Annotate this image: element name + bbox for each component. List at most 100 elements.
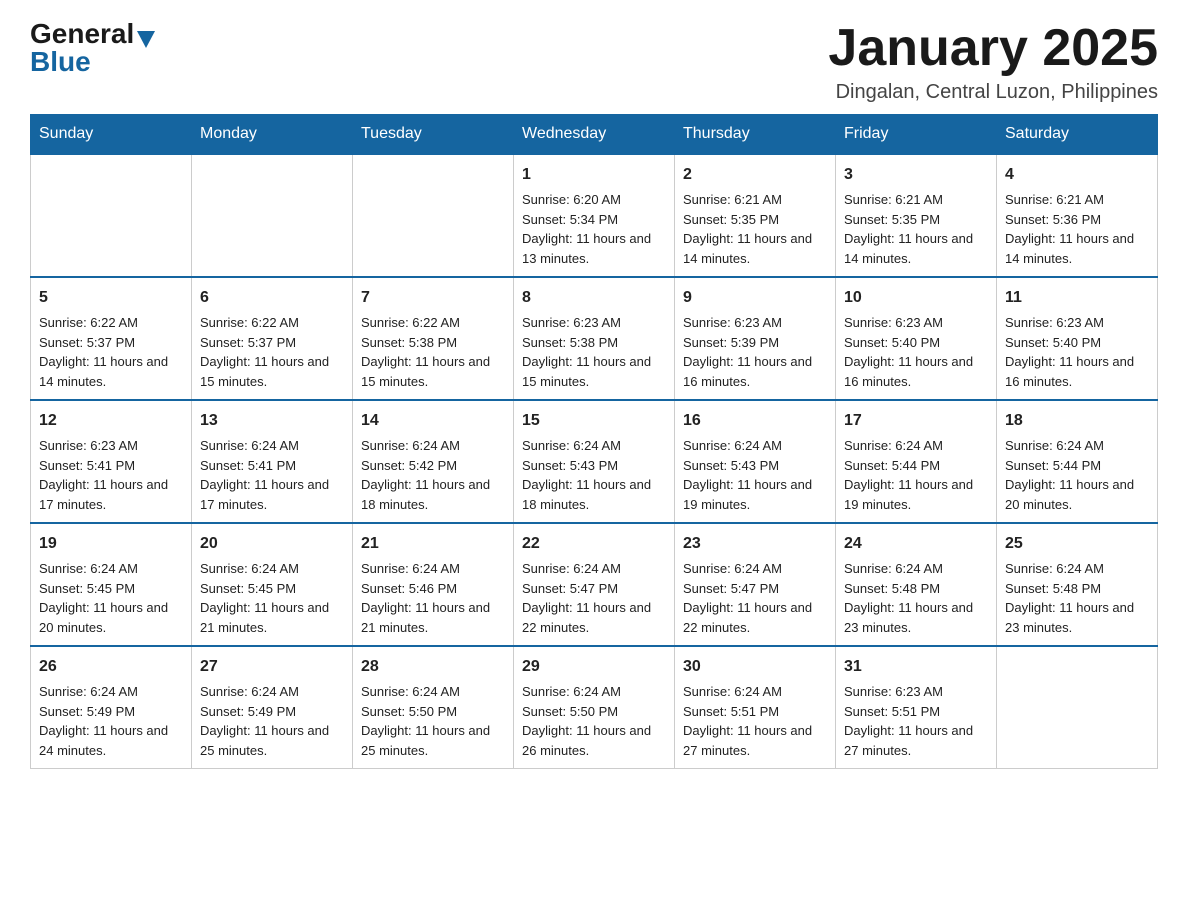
- day-info: Sunrise: 6:24 AM Sunset: 5:47 PM Dayligh…: [683, 559, 827, 637]
- day-number: 18: [1005, 409, 1149, 433]
- day-number: 3: [844, 163, 988, 187]
- col-friday: Friday: [836, 115, 997, 155]
- table-row: 9Sunrise: 6:23 AM Sunset: 5:39 PM Daylig…: [675, 277, 836, 400]
- day-number: 6: [200, 286, 344, 310]
- table-row: 10 Sunrise: 6:23 AM Sunset: 5:40 PM Dayli…: [836, 277, 997, 400]
- day-number: 2: [683, 163, 827, 187]
- day-info: Sunrise: 6:21 AM Sunset: 5:36 PM Dayligh…: [1005, 190, 1149, 268]
- day-number: 13: [200, 409, 344, 433]
- table-row: 5 Sunrise: 6:22 AM Sunset: 5:37 PM Daylig…: [31, 277, 192, 400]
- day-info: Sunrise: 6:24 AM Sunset: 5:48 PM Dayligh…: [844, 559, 988, 637]
- day-number: 24: [844, 532, 988, 556]
- day-info: Sunrise: 6:24 AM Sunset: 5:50 PM Dayligh…: [522, 682, 666, 760]
- table-row: 25Sunrise: 6:24 AM Sunset: 5:48 PM Dayli…: [997, 523, 1158, 646]
- table-row: 23 Sunrise: 6:24 AM Sunset: 5:47 PM Dayli…: [675, 523, 836, 646]
- day-info: Sunrise: 6:23 AM Sunset: 5:40 PM Dayligh…: [1005, 313, 1149, 391]
- logo-triangle-icon: [137, 31, 155, 48]
- day-number: 22: [522, 532, 666, 556]
- day-number: 15: [522, 409, 666, 433]
- day-info: Sunrise: 6:24 AM Sunset: 5:51 PM Dayligh…: [683, 682, 827, 760]
- day-number: 16: [683, 409, 827, 433]
- table-row: 26 Sunrise: 6:24 AM Sunset: 5:49 PM Dayli…: [31, 646, 192, 769]
- table-row: 21Sunrise: 6:24 AM Sunset: 5:46 PM Dayli…: [353, 523, 514, 646]
- table-row: 29 Sunrise: 6:24 AM Sunset: 5:50 PM Dayli…: [514, 646, 675, 769]
- day-number: 11: [1005, 286, 1149, 310]
- table-row: 1 Sunrise: 6:20 AM Sunset: 5:34 PM Daylig…: [514, 154, 675, 277]
- calendar-subtitle: Dingalan, Central Luzon, Philippines: [828, 81, 1158, 104]
- table-row: 31 Sunrise: 6:23 AM Sunset: 5:51 PM Dayli…: [836, 646, 997, 769]
- day-number: 12: [39, 409, 183, 433]
- table-row: 19 Sunrise: 6:24 AM Sunset: 5:45 PM Dayli…: [31, 523, 192, 646]
- day-number: 5: [39, 286, 183, 310]
- day-info: Sunrise: 6:23 AM Sunset: 5:40 PM Dayligh…: [844, 313, 988, 391]
- table-row: 27 Sunrise: 6:24 AM Sunset: 5:49 PM Dayli…: [192, 646, 353, 769]
- table-row: 14 Sunrise: 6:24 AM Sunset: 5:42 PM Dayli…: [353, 400, 514, 523]
- table-row: 8 Sunrise: 6:23 AM Sunset: 5:38 PM Daylig…: [514, 277, 675, 400]
- table-row: 24 Sunrise: 6:24 AM Sunset: 5:48 PM Dayli…: [836, 523, 997, 646]
- day-number: 8: [522, 286, 666, 310]
- day-info: Sunrise: 6:24 AM Sunset: 5:41 PM Dayligh…: [200, 436, 344, 514]
- day-info: Sunrise: 6:24 AM Sunset: 5:46 PM Dayligh…: [361, 559, 505, 637]
- table-row: 11 Sunrise: 6:23 AM Sunset: 5:40 PM Dayli…: [997, 277, 1158, 400]
- logo-blue-text: Blue: [30, 46, 91, 77]
- table-row: [192, 154, 353, 277]
- day-number: 27: [200, 655, 344, 679]
- day-info: Sunrise: 6:24 AM Sunset: 5:49 PM Dayligh…: [200, 682, 344, 760]
- day-info: Sunrise: 6:24 AM Sunset: 5:49 PM Dayligh…: [39, 682, 183, 760]
- calendar-week-row: 1 Sunrise: 6:20 AM Sunset: 5:34 PM Daylig…: [31, 154, 1158, 277]
- day-info: Sunrise: 6:23 AM Sunset: 5:38 PM Dayligh…: [522, 313, 666, 391]
- logo: General Blue: [30, 20, 155, 76]
- table-row: 30 Sunrise: 6:24 AM Sunset: 5:51 PM Dayli…: [675, 646, 836, 769]
- day-info: Sunrise: 6:22 AM Sunset: 5:37 PM Dayligh…: [39, 313, 183, 391]
- day-info: Sunrise: 6:24 AM Sunset: 5:45 PM Dayligh…: [200, 559, 344, 637]
- day-info: Sunrise: 6:23 AM Sunset: 5:51 PM Dayligh…: [844, 682, 988, 760]
- table-row: 20 Sunrise: 6:24 AM Sunset: 5:45 PM Dayli…: [192, 523, 353, 646]
- table-row: 28 Sunrise: 6:24 AM Sunset: 5:50 PM Dayli…: [353, 646, 514, 769]
- day-number: 1: [522, 163, 666, 187]
- day-info: Sunrise: 6:23 AM Sunset: 5:41 PM Dayligh…: [39, 436, 183, 514]
- col-wednesday: Wednesday: [514, 115, 675, 155]
- day-info: Sunrise: 6:22 AM Sunset: 5:37 PM Dayligh…: [200, 313, 344, 391]
- table-row: 2 Sunrise: 6:21 AM Sunset: 5:35 PM Daylig…: [675, 154, 836, 277]
- col-monday: Monday: [192, 115, 353, 155]
- day-number: 14: [361, 409, 505, 433]
- day-info: Sunrise: 6:24 AM Sunset: 5:43 PM Dayligh…: [683, 436, 827, 514]
- day-info: Sunrise: 6:20 AM Sunset: 5:34 PM Dayligh…: [522, 190, 666, 268]
- day-info: Sunrise: 6:21 AM Sunset: 5:35 PM Dayligh…: [683, 190, 827, 268]
- page-header: General Blue January 2025 Dingalan, Cent…: [30, 20, 1158, 104]
- table-row: 16 Sunrise: 6:24 AM Sunset: 5:43 PM Dayli…: [675, 400, 836, 523]
- calendar-header-row: Sunday Monday Tuesday Wednesday Thursday…: [31, 115, 1158, 155]
- day-info: Sunrise: 6:24 AM Sunset: 5:50 PM Dayligh…: [361, 682, 505, 760]
- logo-general-text: General: [30, 20, 134, 48]
- day-number: 31: [844, 655, 988, 679]
- day-info: Sunrise: 6:22 AM Sunset: 5:38 PM Dayligh…: [361, 313, 505, 391]
- day-info: Sunrise: 6:24 AM Sunset: 5:43 PM Dayligh…: [522, 436, 666, 514]
- calendar-title: January 2025: [828, 20, 1158, 77]
- table-row: 15 Sunrise: 6:24 AM Sunset: 5:43 PM Dayli…: [514, 400, 675, 523]
- day-number: 23: [683, 532, 827, 556]
- day-number: 20: [200, 532, 344, 556]
- col-thursday: Thursday: [675, 115, 836, 155]
- day-number: 30: [683, 655, 827, 679]
- calendar-week-row: 19 Sunrise: 6:24 AM Sunset: 5:45 PM Dayli…: [31, 523, 1158, 646]
- day-info: Sunrise: 6:24 AM Sunset: 5:44 PM Dayligh…: [1005, 436, 1149, 514]
- table-row: 7 Sunrise: 6:22 AM Sunset: 5:38 PM Daylig…: [353, 277, 514, 400]
- table-row: [31, 154, 192, 277]
- day-number: 19: [39, 532, 183, 556]
- table-row: 13 Sunrise: 6:24 AM Sunset: 5:41 PM Dayli…: [192, 400, 353, 523]
- day-number: 9: [683, 286, 827, 310]
- calendar-week-row: 5 Sunrise: 6:22 AM Sunset: 5:37 PM Daylig…: [31, 277, 1158, 400]
- day-info: Sunrise: 6:21 AM Sunset: 5:35 PM Dayligh…: [844, 190, 988, 268]
- title-section: January 2025 Dingalan, Central Luzon, Ph…: [828, 20, 1158, 104]
- day-info: Sunrise: 6:24 AM Sunset: 5:44 PM Dayligh…: [844, 436, 988, 514]
- day-number: 29: [522, 655, 666, 679]
- table-row: [353, 154, 514, 277]
- day-number: 28: [361, 655, 505, 679]
- day-info: Sunrise: 6:24 AM Sunset: 5:45 PM Dayligh…: [39, 559, 183, 637]
- day-number: 7: [361, 286, 505, 310]
- table-row: 6 Sunrise: 6:22 AM Sunset: 5:37 PM Daylig…: [192, 277, 353, 400]
- day-number: 10: [844, 286, 988, 310]
- day-number: 26: [39, 655, 183, 679]
- table-row: [997, 646, 1158, 769]
- day-info: Sunrise: 6:24 AM Sunset: 5:42 PM Dayligh…: [361, 436, 505, 514]
